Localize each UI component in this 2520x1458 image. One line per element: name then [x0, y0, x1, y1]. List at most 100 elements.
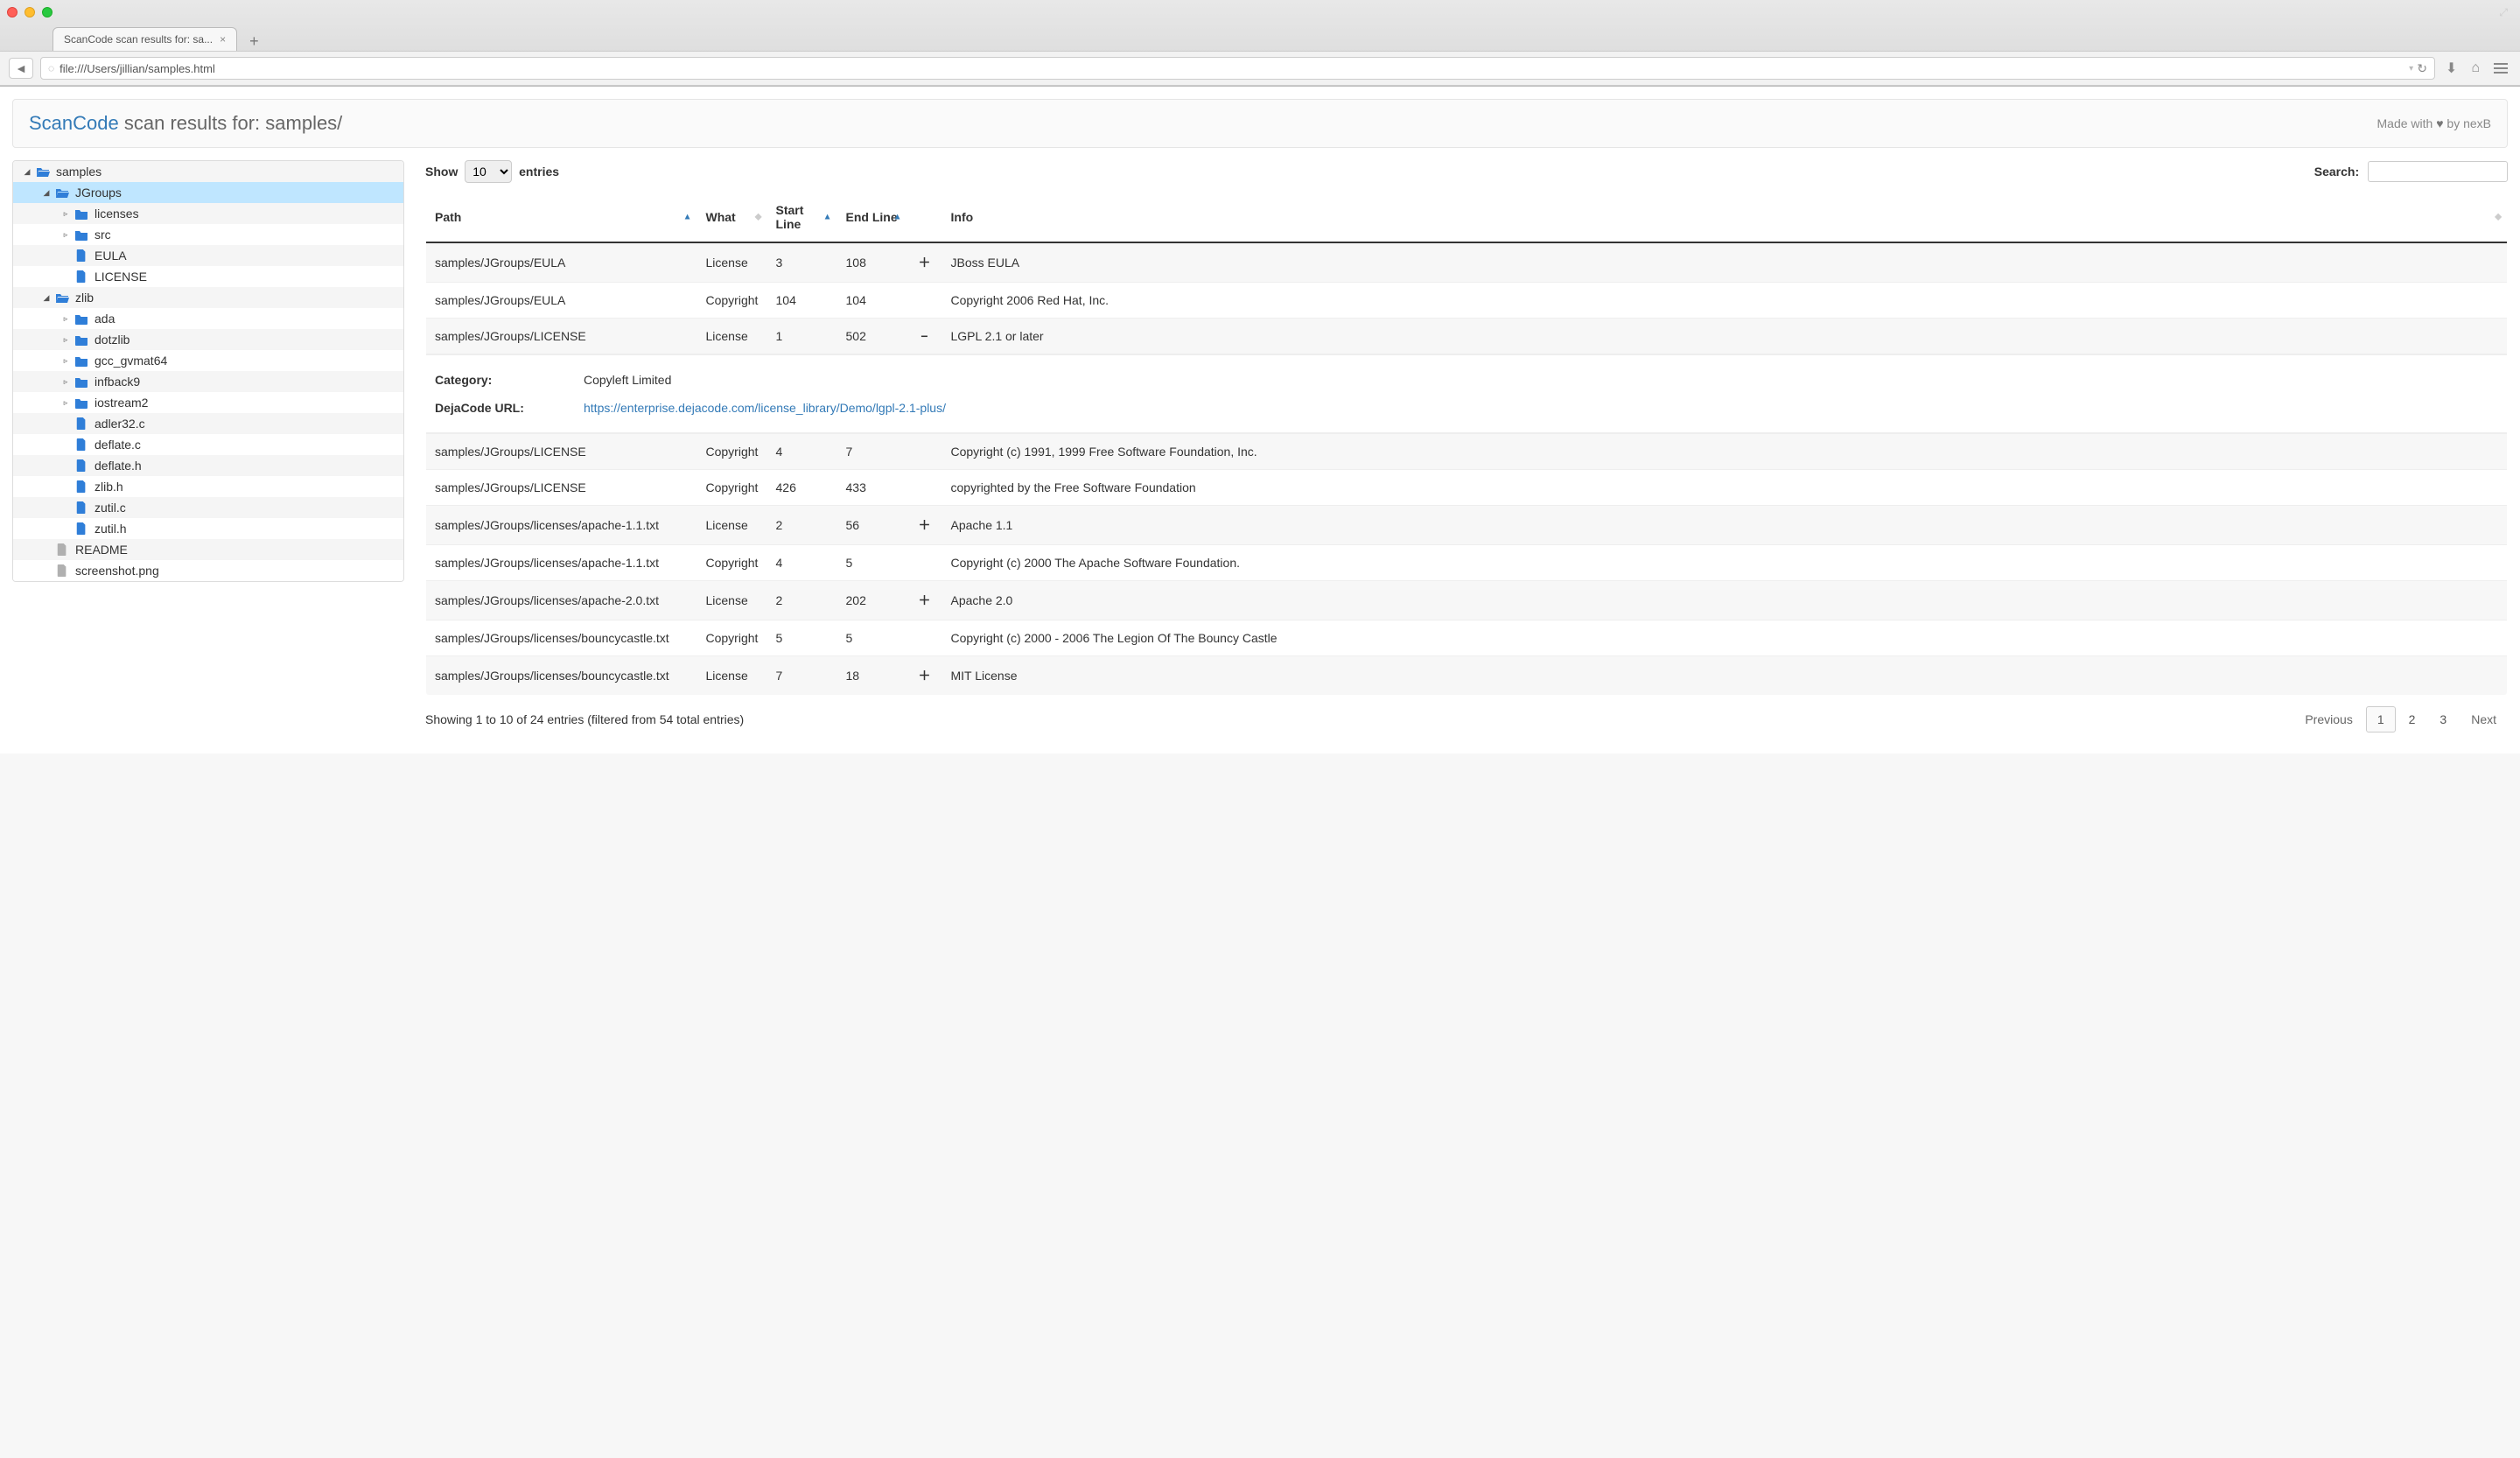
menu-icon[interactable] [2490, 60, 2511, 77]
tree-node[interactable]: ◢JGroups [13, 182, 403, 203]
table-row: samples/JGroups/licenses/bouncycastle.tx… [426, 620, 2508, 656]
col-end[interactable]: End Line ▲ [837, 193, 907, 243]
back-button[interactable]: ◄ [9, 58, 33, 79]
pagination-page[interactable]: 2 [2398, 706, 2427, 733]
tree-toggle-icon[interactable]: ◢ [41, 293, 52, 303]
tree-node[interactable]: ◢samples [13, 161, 403, 182]
fullscreen-icon[interactable]: ⤢ [2499, 6, 2508, 19]
cell-end: 5 [837, 620, 907, 656]
tree-node[interactable]: ▹ src [13, 224, 403, 245]
tree-label: zlib.h [94, 480, 123, 494]
tree-node[interactable]: zlib.h [13, 476, 403, 497]
cell-info: JBoss EULA [942, 242, 2508, 283]
tree-label: src [94, 228, 111, 242]
tree-node[interactable]: deflate.h [13, 455, 403, 476]
row-expander[interactable]: ＋ [907, 242, 942, 283]
tree-node[interactable]: ▹ada [13, 308, 403, 329]
new-tab-button[interactable]: + [244, 32, 264, 51]
search-input[interactable] [2368, 161, 2508, 182]
tree-node[interactable]: zutil.h [13, 518, 403, 539]
pagination-prev[interactable]: Previous [2293, 706, 2363, 733]
folder-icon [55, 291, 69, 304]
tree-toggle-icon[interactable]: ▹ [60, 314, 71, 324]
tree-label: zutil.h [94, 522, 127, 536]
tree-toggle-icon[interactable]: ▹ [60, 377, 71, 387]
heart-icon: ♥ [2436, 116, 2443, 130]
cell-end: 7 [837, 434, 907, 470]
tree-node[interactable]: LICENSE [13, 266, 403, 287]
tree-node[interactable]: screenshot.png [13, 560, 403, 581]
reload-icon[interactable]: ↻ [2417, 61, 2427, 76]
browser-chrome: ⤢ ScanCode scan results for: sa... × + ◄… [0, 0, 2520, 87]
sort-asc-icon: ▲ [893, 213, 902, 222]
pagination-next[interactable]: Next [2460, 706, 2508, 733]
pagination-page[interactable]: 1 [2366, 706, 2396, 733]
page-body: ScanCode scan results for: samples/ Made… [0, 87, 2520, 754]
browser-tab[interactable]: ScanCode scan results for: sa... × [52, 27, 237, 51]
tree-toggle-icon[interactable]: ▹ [60, 209, 71, 219]
tree-label: screenshot.png [75, 564, 159, 578]
tree-toggle-icon[interactable]: ◢ [22, 167, 32, 177]
cell-path: samples/JGroups/licenses/apache-2.0.txt [426, 581, 697, 620]
row-expander[interactable]: ＋ [907, 656, 942, 696]
cell-what: License [697, 319, 767, 354]
brand-name: ScanCode [29, 112, 119, 134]
tree-toggle-icon[interactable]: ▹ [60, 356, 71, 366]
tree-node[interactable]: ▹ dotzlib [13, 329, 403, 350]
window-close-button[interactable] [7, 7, 18, 18]
folder-icon [36, 165, 50, 178]
tree-label: zutil.c [94, 501, 126, 515]
tree-label: dotzlib [94, 333, 130, 347]
cell-start: 1 [767, 319, 837, 354]
tree-toggle-icon[interactable]: ▹ [60, 335, 71, 345]
url-dropdown-icon[interactable]: ▾ [2409, 64, 2413, 74]
pagination-page[interactable]: 3 [2428, 706, 2458, 733]
col-info[interactable]: Info ◆ [942, 193, 2508, 243]
tree-toggle-icon[interactable]: ▹ [60, 398, 71, 408]
url-input[interactable] [60, 62, 2405, 75]
tree-node[interactable]: ▹licenses [13, 203, 403, 224]
entries-label: entries [519, 165, 559, 179]
tree-label: LICENSE [94, 270, 147, 284]
window-maximize-button[interactable] [42, 7, 52, 18]
col-expander [907, 193, 942, 243]
row-expander[interactable]: − [907, 319, 942, 354]
cell-start: 2 [767, 506, 837, 545]
tabstrip: ScanCode scan results for: sa... × + [0, 25, 2520, 51]
col-what[interactable]: What ◆ [697, 193, 767, 243]
col-path[interactable]: Path ▲ [426, 193, 697, 243]
tree-node[interactable]: EULA [13, 245, 403, 266]
tree-label: deflate.h [94, 459, 142, 473]
tree-node[interactable]: adler32.c [13, 413, 403, 434]
folder-icon [74, 354, 88, 367]
detail-dejacode-label: DejaCode URL: [435, 401, 540, 415]
cell-start: 4 [767, 545, 837, 581]
page-size-select[interactable]: 102550100 [465, 160, 512, 183]
cell-info: Copyright 2006 Red Hat, Inc. [942, 283, 2508, 319]
detail-dejacode-link[interactable]: https://enterprise.dejacode.com/license_… [584, 401, 946, 415]
row-expander[interactable]: ＋ [907, 581, 942, 620]
row-expander[interactable]: ＋ [907, 506, 942, 545]
tree-node[interactable]: deflate.c [13, 434, 403, 455]
window-minimize-button[interactable] [24, 7, 35, 18]
folder-icon [74, 333, 88, 346]
tree-node[interactable]: ▹infback9 [13, 371, 403, 392]
tree-node[interactable]: ◢zlib [13, 287, 403, 308]
sort-both-icon: ◆ [2495, 213, 2502, 222]
tree-node[interactable]: ▹gcc_gvmat64 [13, 350, 403, 371]
col-start[interactable]: Start Line ▲ [767, 193, 837, 243]
tree-node[interactable]: README [13, 539, 403, 560]
address-bar[interactable]: ◌ ▾ ↻ [40, 57, 2435, 80]
downloads-icon[interactable]: ⬇ [2442, 60, 2460, 77]
pagination: Previous123Next [2293, 706, 2508, 733]
tab-title: ScanCode scan results for: sa... [64, 33, 213, 46]
row-expander [907, 620, 942, 656]
tree-toggle-icon[interactable]: ▹ [60, 230, 71, 240]
tree-node[interactable]: ▹iostream2 [13, 392, 403, 413]
cell-path: samples/JGroups/licenses/bouncycastle.tx… [426, 656, 697, 696]
cell-info: copyrighted by the Free Software Foundat… [942, 470, 2508, 506]
tab-close-icon[interactable]: × [220, 33, 226, 46]
tree-toggle-icon[interactable]: ◢ [41, 188, 52, 198]
tree-node[interactable]: zutil.c [13, 497, 403, 518]
home-icon[interactable]: ⌂ [2468, 60, 2483, 76]
